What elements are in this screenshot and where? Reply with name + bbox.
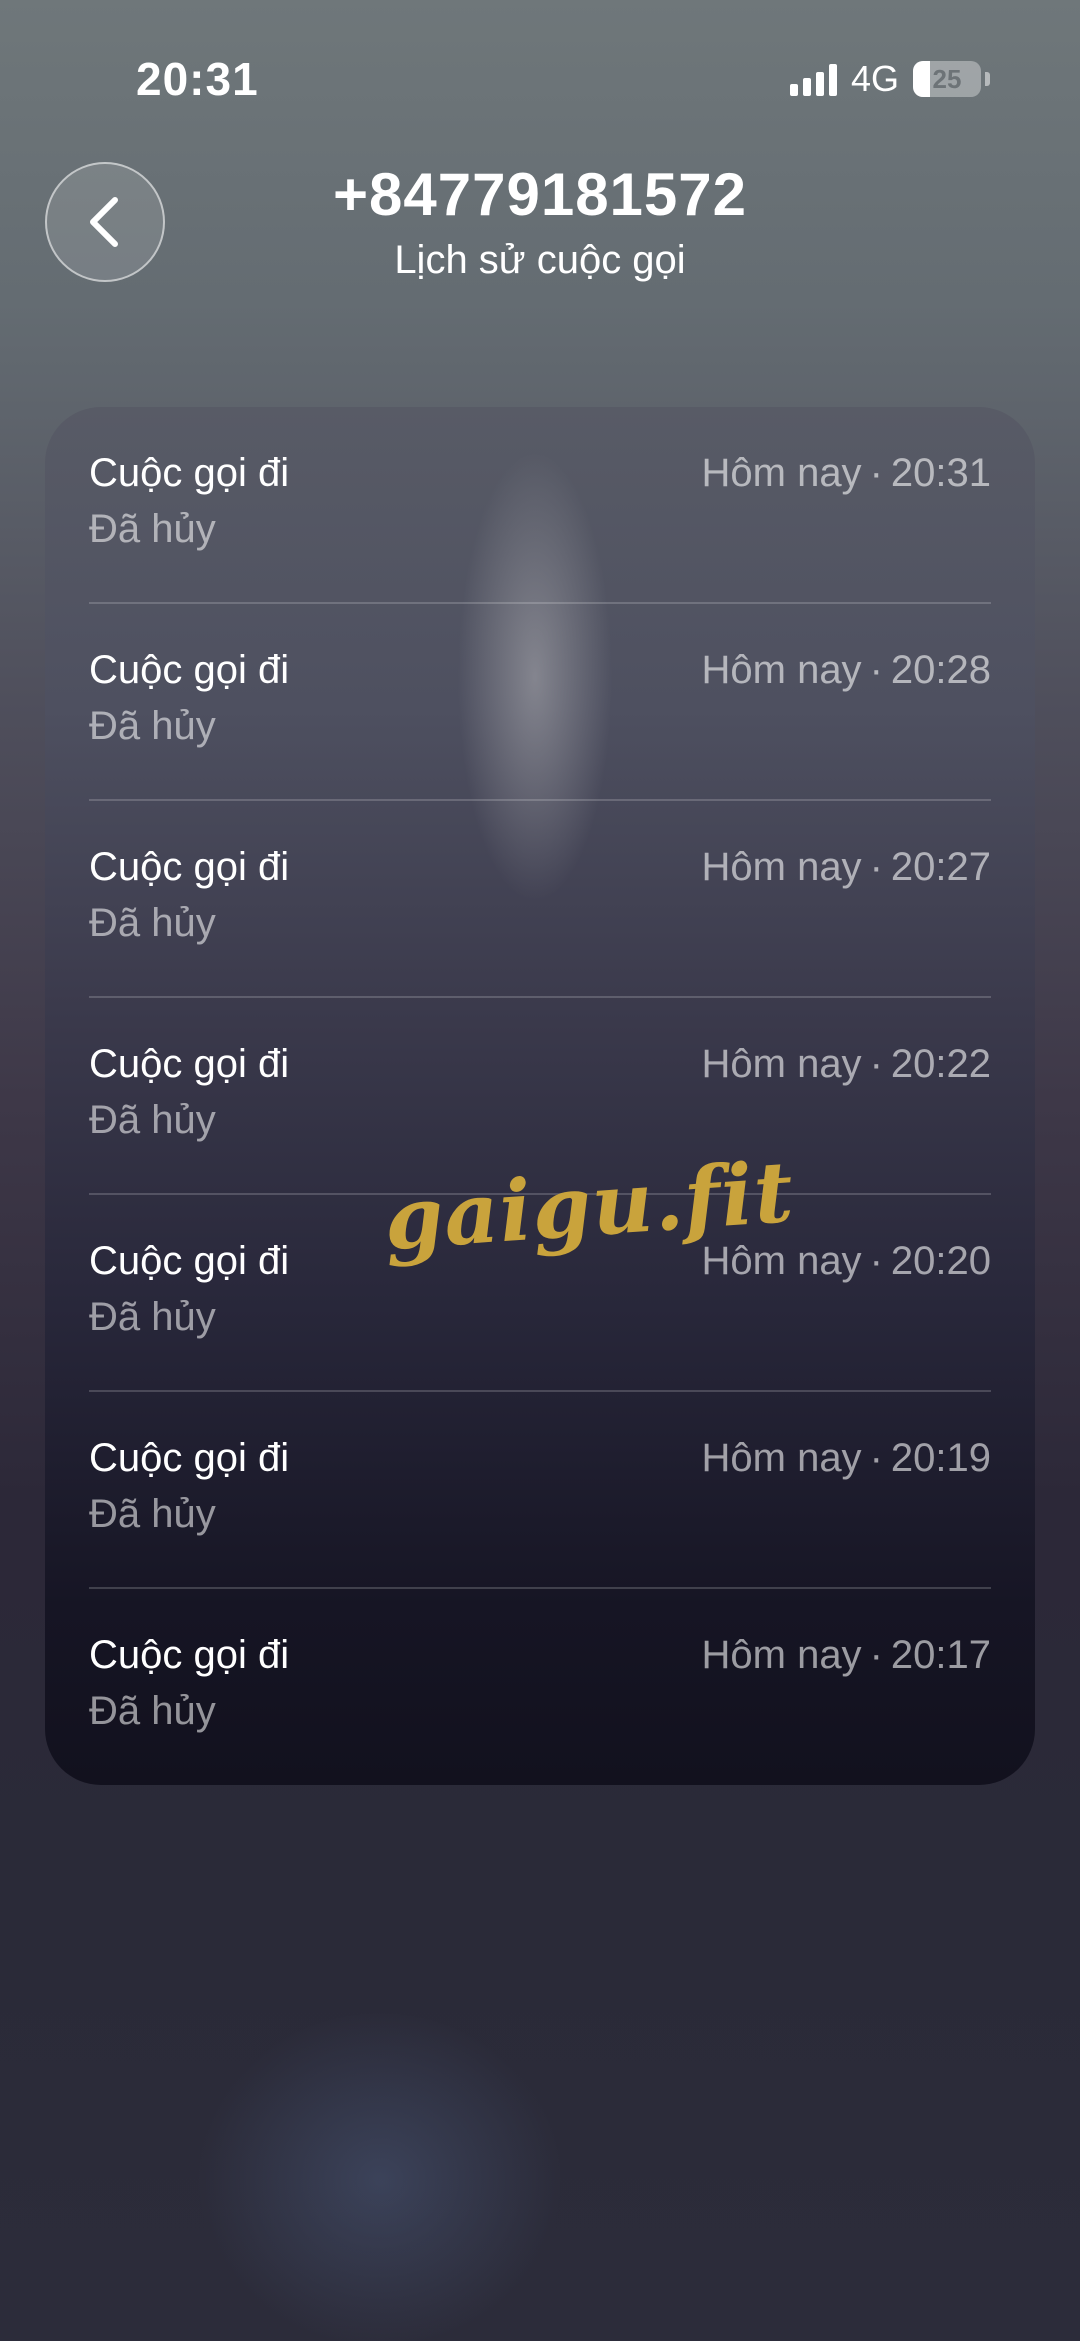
battery-tip <box>985 72 990 86</box>
call-status: Đã hủy <box>89 901 216 945</box>
signal-icon <box>789 62 837 96</box>
call-row[interactable]: Cuộc gọi đi Đã hủy Hôm nay · 20:31 <box>45 407 1035 604</box>
call-status: Đã hủy <box>89 704 216 748</box>
page-title: +84779181572 <box>332 161 748 228</box>
call-type: Cuộc gọi đi <box>89 1436 290 1480</box>
call-type: Cuộc gọi đi <box>89 1239 290 1283</box>
call-status: Đã hủy <box>89 1098 216 1142</box>
status-time: 20:31 <box>136 53 259 105</box>
network-type: 4G <box>850 58 899 99</box>
battery-icon: 25 <box>913 61 981 97</box>
call-status: Đã hủy <box>89 1492 216 1536</box>
call-time: Hôm nay · 20:27 <box>701 845 992 889</box>
status-indicators: 4G 25 <box>789 58 990 100</box>
call-type: Cuộc gọi đi <box>89 451 290 495</box>
call-time: Hôm nay · 20:19 <box>701 1436 992 1480</box>
call-row[interactable]: Cuộc gọi đi Đã hủy Hôm nay · 20:28 <box>45 604 1035 801</box>
call-time: Hôm nay · 20:28 <box>701 648 992 692</box>
call-row[interactable]: Cuộc gọi đi Đã hủy Hôm nay · 20:19 <box>45 1392 1035 1589</box>
call-status: Đã hủy <box>89 1295 216 1339</box>
battery-level: 25 <box>932 63 962 94</box>
call-time: Hôm nay · 20:22 <box>701 1042 992 1086</box>
call-type: Cuộc gọi đi <box>89 648 290 692</box>
call-type: Cuộc gọi đi <box>89 1042 290 1086</box>
call-status: Đã hủy <box>89 507 216 551</box>
call-type: Cuộc gọi đi <box>89 1633 290 1677</box>
call-time: Hôm nay · 20:17 <box>701 1633 992 1677</box>
call-row[interactable]: Cuộc gọi đi Đã hủy Hôm nay · 20:27 <box>45 801 1035 998</box>
call-history-list: Cuộc gọi đi Đã hủy Hôm nay · 20:31 Cuộc gọ… <box>45 407 1035 1785</box>
call-status: Đã hủy <box>89 1689 216 1733</box>
call-type: Cuộc gọi đi <box>89 845 290 889</box>
call-time: Hôm nay · 20:20 <box>701 1239 992 1283</box>
call-row[interactable]: Cuộc gọi đi Đã hủy Hôm nay · 20:17 <box>45 1589 1035 1785</box>
page-subtitle: Lịch sử cuộc gọi <box>394 238 686 282</box>
call-time: Hôm nay · 20:31 <box>701 451 992 495</box>
